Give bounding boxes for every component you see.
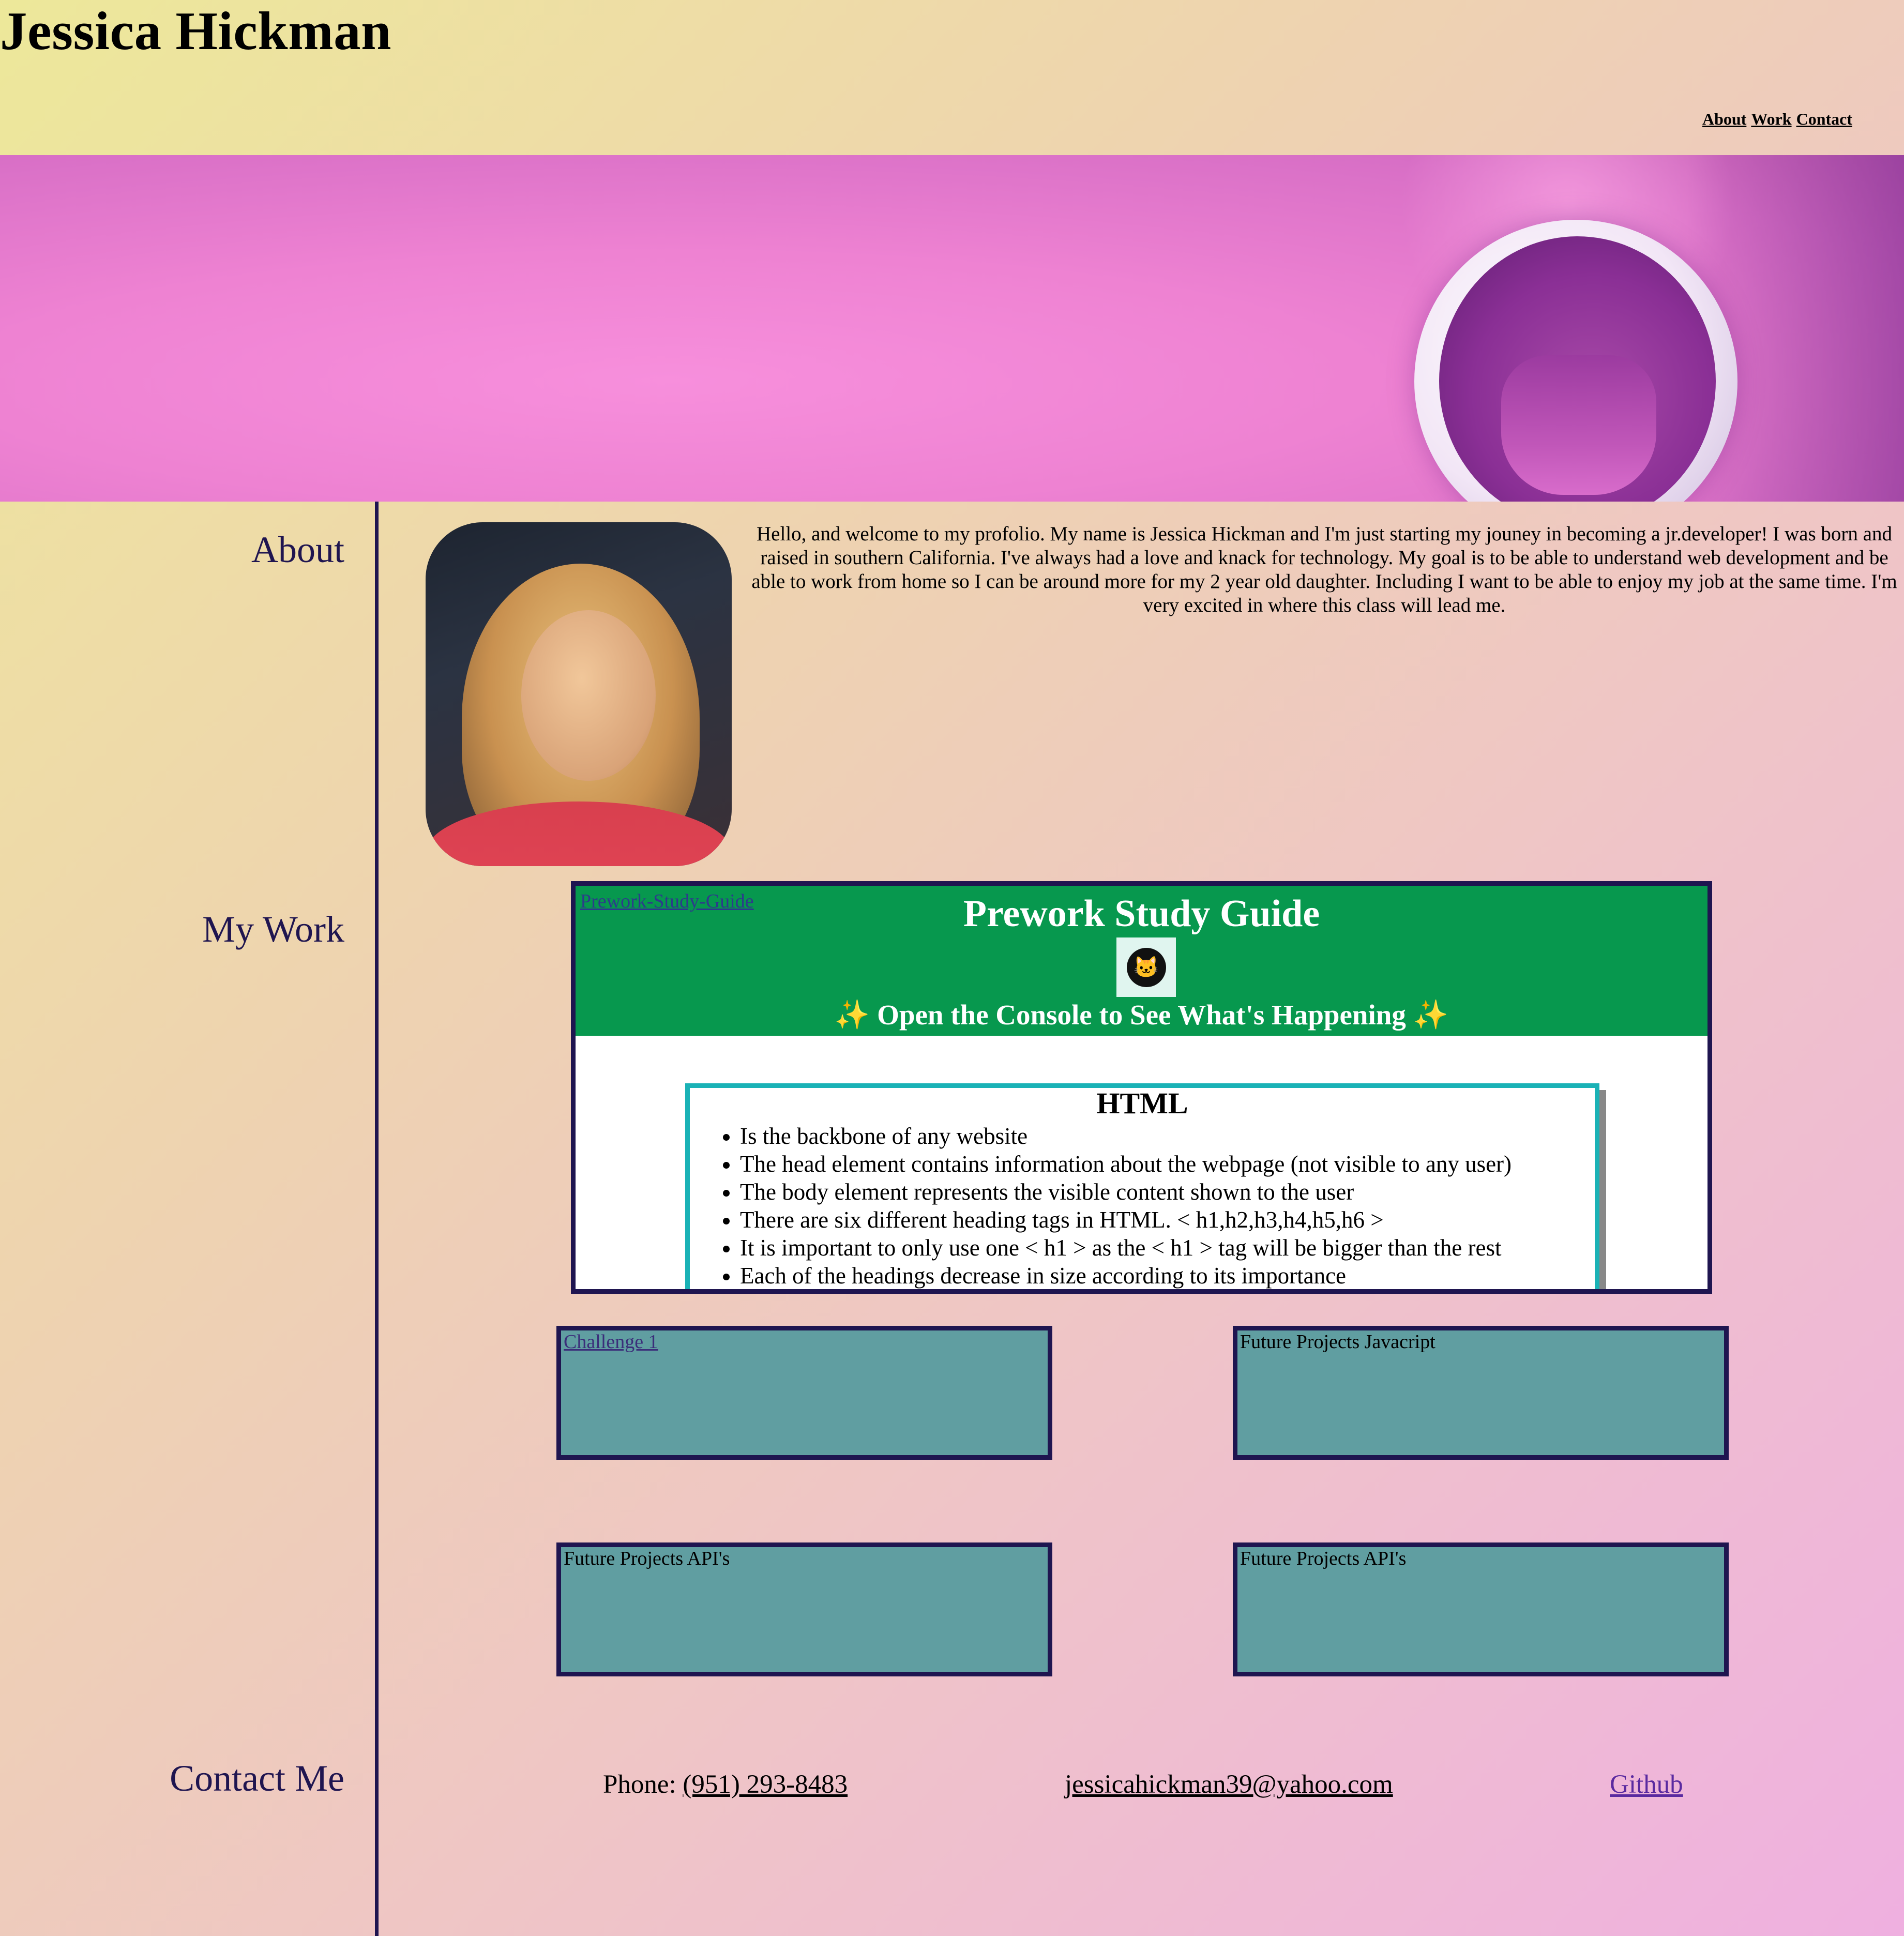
nav-contact-link[interactable]: Contact xyxy=(1796,110,1852,128)
project-card-label: Future Projects API's xyxy=(564,1548,730,1569)
html-card-title: HTML xyxy=(1096,1086,1188,1120)
site-title: Jessica Hickman xyxy=(0,1,392,61)
list-item: Each of the headings decrease in size ac… xyxy=(740,1262,1595,1289)
guide-subtitle-text: Open the Console to See What's Happening xyxy=(877,999,1406,1031)
hero-banner xyxy=(0,155,1904,502)
phone-label: Phone: xyxy=(603,1770,683,1799)
project-card-future-javascript[interactable]: Future Projects Javacript xyxy=(1233,1326,1729,1460)
list-item: It is important to only use one < h1 > a… xyxy=(740,1234,1595,1262)
cat-icon: 🐱 xyxy=(1126,947,1166,987)
guide-subtitle: ✨ Open the Console to See What's Happeni… xyxy=(576,999,1707,1032)
nav-about-link[interactable]: About xyxy=(1702,110,1746,128)
project-card-label: Future Projects Javacript xyxy=(1240,1331,1435,1353)
html-card: HTML Is the backbone of any website The … xyxy=(685,1083,1599,1289)
about-text: Hello, and welcome to my profolio. My na… xyxy=(751,523,1897,616)
list-item: There are six different heading tags in … xyxy=(740,1206,1595,1234)
project-card-label: Future Projects API's xyxy=(1240,1548,1407,1569)
project-card-future-apis[interactable]: Future Projects API's xyxy=(556,1542,1052,1676)
profile-photo xyxy=(426,522,732,866)
guide-header: Prework Study Guide Prework-Study-Guide … xyxy=(576,886,1707,1036)
sparkle-icon: ✨ xyxy=(1413,999,1449,1031)
prework-study-guide-embed[interactable]: Prework Study Guide Prework-Study-Guide … xyxy=(571,881,1712,1294)
list-item: Is the backbone of any website xyxy=(740,1122,1595,1150)
contact-email: jessicahickman39@yahoo.com xyxy=(1065,1769,1393,1799)
github-link[interactable]: Github xyxy=(1610,1770,1683,1799)
nav-work-link[interactable]: Work xyxy=(1751,110,1791,128)
email-link[interactable]: jessicahickman39@yahoo.com xyxy=(1065,1770,1393,1799)
sparkle-icon: ✨ xyxy=(834,999,870,1031)
project-card-future-apis-2[interactable]: Future Projects API's xyxy=(1233,1542,1729,1676)
section-divider-line xyxy=(375,502,379,1936)
top-nav: About Work Contact xyxy=(1698,110,1852,129)
guide-logo: 🐱 xyxy=(1116,937,1176,997)
html-card-list: Is the backbone of any website The head … xyxy=(690,1122,1595,1289)
contact-phone: Phone: (951) 293-8483 xyxy=(603,1769,848,1799)
contact-github: Github xyxy=(1610,1769,1683,1799)
section-heading-about: About xyxy=(251,529,344,570)
challenge-1-link[interactable]: Challenge 1 xyxy=(564,1331,658,1353)
project-card-challenge-1[interactable]: Challenge 1 xyxy=(556,1326,1052,1460)
prework-study-guide-link[interactable]: Prework-Study-Guide xyxy=(580,890,754,913)
list-item: The head element contains information ab… xyxy=(740,1150,1595,1178)
list-item: The body element represents the visible … xyxy=(740,1178,1595,1206)
section-heading-contact: Contact Me xyxy=(170,1758,344,1799)
section-heading-work: My Work xyxy=(202,909,344,950)
phone-link[interactable]: (951) 293-8483 xyxy=(683,1770,848,1799)
